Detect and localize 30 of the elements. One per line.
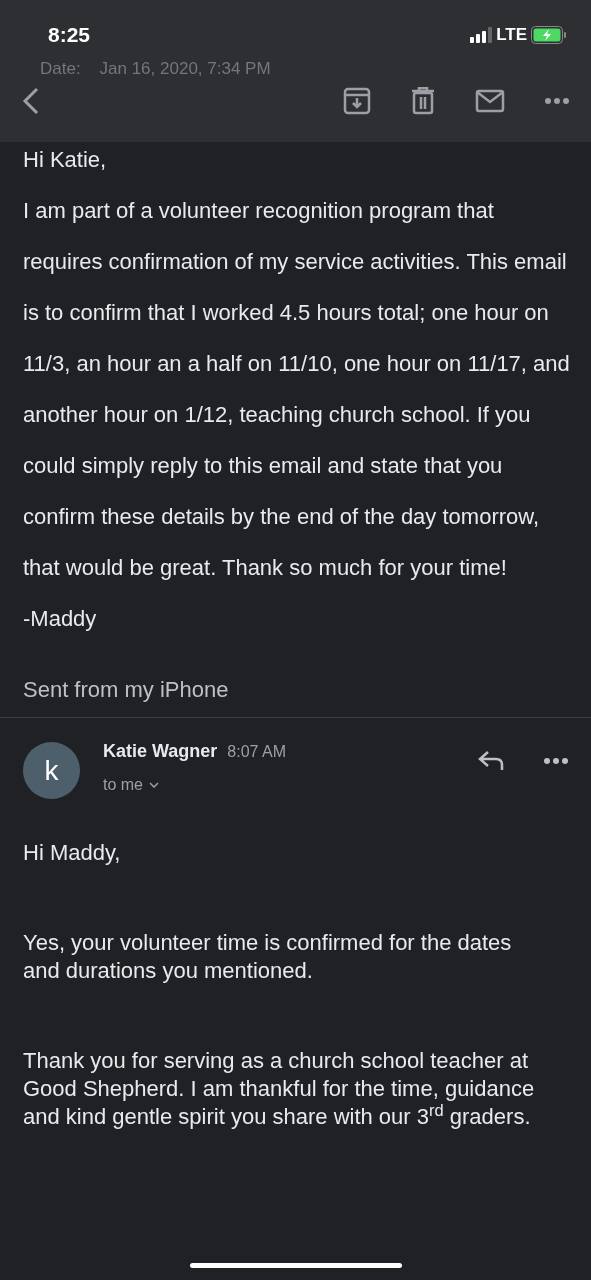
archive-icon — [343, 86, 371, 115]
reply-button[interactable] — [478, 750, 504, 772]
message-more-button[interactable] — [544, 758, 568, 764]
sent-from-text: Sent from my iPhone — [23, 676, 230, 704]
more-button[interactable] — [545, 97, 569, 104]
reply-paragraph: Thank you for serving as a church school teacher at Good Shepherd. I am thankful for the time, guidance and kind gentle spirit you share with our 3$^{rd}$ graders. — [23, 1047, 536, 1131]
status-time: 8:25 — [48, 22, 91, 49]
archive-button[interactable] — [343, 86, 371, 115]
more-icon — [545, 97, 569, 104]
greeting-text: Hi Katie, — [23, 146, 108, 174]
signal-icon — [470, 27, 493, 43]
battery-icon — [531, 26, 567, 44]
network-label: LTE — [496, 24, 527, 47]
sent-time: 8:07 AM — [227, 742, 287, 762]
delete-button[interactable] — [411, 86, 435, 115]
back-icon — [22, 85, 40, 116]
signature-text: -Maddy — [23, 605, 98, 633]
avatar: k — [23, 742, 80, 799]
trash-icon — [411, 86, 435, 115]
more-icon — [544, 758, 568, 764]
mail-icon — [475, 88, 505, 113]
recipient-dropdown[interactable]: to me — [103, 773, 159, 797]
quoted-date: Date: Jan 16, 2020, 7:34 PM — [39, 58, 272, 80]
message-body: I am part of a volunteer recognition program that requires confirmation of my service activities. This email is to confirm that I worked 4.5 hours total; one hour on 11/3, an hour an a half on 11/10, one hour on 11/17, and another hour on 1/12, teaching church school. If you could simply reply to this email and state that you confirm these details by the end of the day tomorrow, that would be great. Thank so much for your time! — [23, 197, 571, 582]
mail-button[interactable] — [475, 88, 505, 113]
reply-paragraph: Hi Maddy, — [23, 839, 122, 867]
reply-icon — [478, 750, 504, 772]
sender-name: Katie Wagner — [103, 740, 218, 763]
reply-paragraph: Yes, your volunteer time is confirmed for the dates and durations you mentioned. — [23, 929, 513, 985]
chevron-down-icon — [149, 782, 159, 788]
